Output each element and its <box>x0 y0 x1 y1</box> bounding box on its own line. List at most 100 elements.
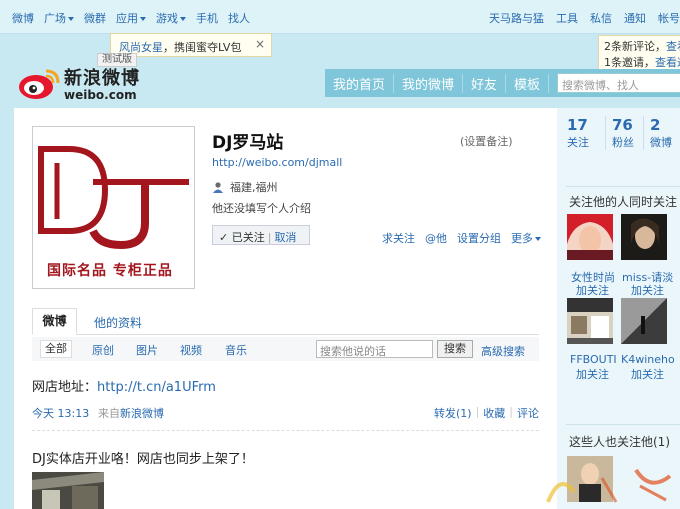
chevron-down-icon <box>180 17 186 21</box>
chevron-down-icon <box>140 17 146 21</box>
logo-en: weibo.com <box>64 88 137 102</box>
post-actions: 转发(1) | 收藏 | 评论 <box>433 405 539 421</box>
avatar[interactable] <box>621 298 667 344</box>
location-text: 福建,福州 <box>230 181 278 194</box>
view-comments-link[interactable]: 查看评 <box>666 40 680 53</box>
nav-apps[interactable]: 应用 <box>116 10 146 26</box>
post-text: 网店地址：http://t.cn/a1UFrm <box>32 376 216 395</box>
mention-link[interactable]: @他 <box>425 230 447 246</box>
nav-weibo[interactable]: 微博 <box>12 10 34 26</box>
profile-tabs: 微博 他的资料 <box>32 308 539 335</box>
nav-my-home[interactable]: 我的首页 <box>325 73 395 93</box>
user-stats: 17 关注 76 粉丝 2 微博 <box>567 116 680 150</box>
shop-link[interactable]: http://t.cn/a1UFrm <box>97 380 216 395</box>
more-menu[interactable]: 更多 <box>511 230 541 246</box>
view-invites-link[interactable]: 查看邀 <box>655 56 680 69</box>
follow-button[interactable]: 加关注 <box>631 282 664 298</box>
follow-button[interactable]: 加关注 <box>631 366 664 382</box>
profile-actions: 求关注 @他 设置分组 更多 <box>382 230 541 246</box>
post-time[interactable]: 今天 13:13 <box>32 407 89 420</box>
nav-square[interactable]: 广场 <box>44 10 74 26</box>
divider <box>566 424 680 425</box>
nav-friends[interactable]: 好友 <box>463 73 507 93</box>
repost-button[interactable]: 转发(1) <box>434 405 472 421</box>
set-group-link[interactable]: 设置分组 <box>457 230 501 246</box>
post-source: 来自新浪微博 <box>98 407 164 420</box>
nav-notifications[interactable]: 通知 <box>624 10 646 26</box>
avatar[interactable] <box>567 214 613 260</box>
post-label: 网店地址： <box>32 380 98 395</box>
follow-status-button: ✓ 已关注 | 取消 <box>212 225 310 245</box>
comment-notice: 2条新评论， <box>604 40 666 53</box>
weibo-logo[interactable]: 新浪微博 weibo.com <box>16 64 140 102</box>
filter-images[interactable]: 图片 <box>136 342 158 358</box>
favorite-button[interactable]: 收藏 <box>483 405 505 421</box>
request-follow-link[interactable]: 求关注 <box>382 230 415 246</box>
post-meta: 今天 13:13 来自新浪微博 转发(1) | 收藏 | 评论 <box>32 405 539 421</box>
filter-videos[interactable]: 视频 <box>180 342 202 358</box>
post-divider <box>32 430 539 431</box>
profile-url[interactable]: http://weibo.com/djmall <box>212 156 342 169</box>
user-icon <box>213 182 223 193</box>
followed-label: ✓ 已关注 <box>219 231 265 244</box>
chevron-down-icon <box>68 17 74 21</box>
nav-messages[interactable]: 私信 <box>590 10 612 26</box>
nav-mobile[interactable]: 手机 <box>196 10 218 26</box>
comment-button[interactable]: 评论 <box>517 405 539 421</box>
avatar[interactable] <box>567 298 613 344</box>
filter-music[interactable]: 音乐 <box>225 342 247 358</box>
chevron-down-icon <box>535 237 541 241</box>
top-search-input[interactable]: 搜索微博、找人 <box>557 73 680 93</box>
close-icon[interactable]: × <box>255 37 265 51</box>
advanced-search-link[interactable]: 高级搜索 <box>481 343 525 359</box>
common-following-title: 关注他的人同时关注 <box>569 195 678 209</box>
separator: | <box>267 231 272 244</box>
notification-popup: 2条新评论，查看评 1条邀请，查看邀 <box>598 35 680 73</box>
source-link[interactable]: 新浪微博 <box>120 407 164 420</box>
divider <box>566 186 680 187</box>
follow-button[interactable]: 加关注 <box>576 282 609 298</box>
stat-following[interactable]: 17 关注 <box>567 116 605 150</box>
search-button[interactable]: 搜索 <box>437 340 473 358</box>
nav-tools[interactable]: 工具 <box>556 10 578 26</box>
watermark-logo <box>540 462 680 509</box>
profile-location: 福建,福州 <box>212 179 278 195</box>
nav-username[interactable]: 天马路与猛 <box>489 10 544 26</box>
top-nav-bar: 微博 广场 微群 应用 游戏 手机 找人 天马路与猛 工具 私信 通知 帐号 <box>0 0 680 34</box>
filter-original[interactable]: 原创 <box>92 342 114 358</box>
post-search-input[interactable]: 搜索他说的话 <box>316 340 433 358</box>
tab-profile-info[interactable]: 他的资料 <box>94 314 142 331</box>
weibo-eye-icon <box>16 65 62 101</box>
post-text: DJ实体店开业咯！网店也同步上架了！ <box>32 452 254 467</box>
user-name[interactable]: FFBOUTI <box>570 353 617 366</box>
tip-text: ，携闺蜜夺LV包 <box>163 41 242 54</box>
main-nav: 我的首页 我的微博 好友 模板 搜索微博、找人 <box>325 69 680 97</box>
filter-all[interactable]: 全部 <box>40 340 72 358</box>
profile-bio: 他还没填写个人介绍 <box>212 202 311 215</box>
follow-button[interactable]: 加关注 <box>576 366 609 382</box>
set-remark-link[interactable]: (设置备注) <box>460 133 513 149</box>
nav-account[interactable]: 帐号 <box>658 10 680 26</box>
top-nav-left: 微博 广场 微群 应用 游戏 手机 找人 <box>12 10 250 26</box>
avatar-slogan: 国际名品 专柜正品 <box>47 263 173 279</box>
filter-bar: 全部 原创 图片 视频 音乐 搜索他说的话 搜索 高级搜索 <box>32 337 539 361</box>
nav-games[interactable]: 游戏 <box>156 10 186 26</box>
nav-find-people[interactable]: 找人 <box>228 10 250 26</box>
stat-posts[interactable]: 2 微博 <box>643 116 680 150</box>
logo-text: 新浪微博 weibo.com <box>64 64 140 102</box>
top-nav-right: 天马路与猛 工具 私信 通知 帐号 <box>489 10 680 26</box>
invite-notice: 1条邀请， <box>604 56 655 69</box>
also-following-title: 这些人也关注他(1) <box>569 435 670 449</box>
user-name[interactable]: K4wineho <box>621 353 675 366</box>
profile-name: DJ罗马站 <box>212 133 284 153</box>
avatar[interactable] <box>621 214 667 260</box>
nav-templates[interactable]: 模板 <box>506 73 550 93</box>
nav-my-weibo[interactable]: 我的微博 <box>394 73 464 93</box>
unfollow-button[interactable]: 取消 <box>274 231 296 244</box>
tab-weibo[interactable]: 微博 <box>32 308 77 335</box>
stat-followers[interactable]: 76 粉丝 <box>605 116 643 150</box>
nav-groups[interactable]: 微群 <box>84 10 106 26</box>
logo-cn: 新浪微博 <box>64 68 140 89</box>
post-image[interactable] <box>32 472 104 509</box>
avatar[interactable]: 国际名品 专柜正品 <box>32 126 195 289</box>
